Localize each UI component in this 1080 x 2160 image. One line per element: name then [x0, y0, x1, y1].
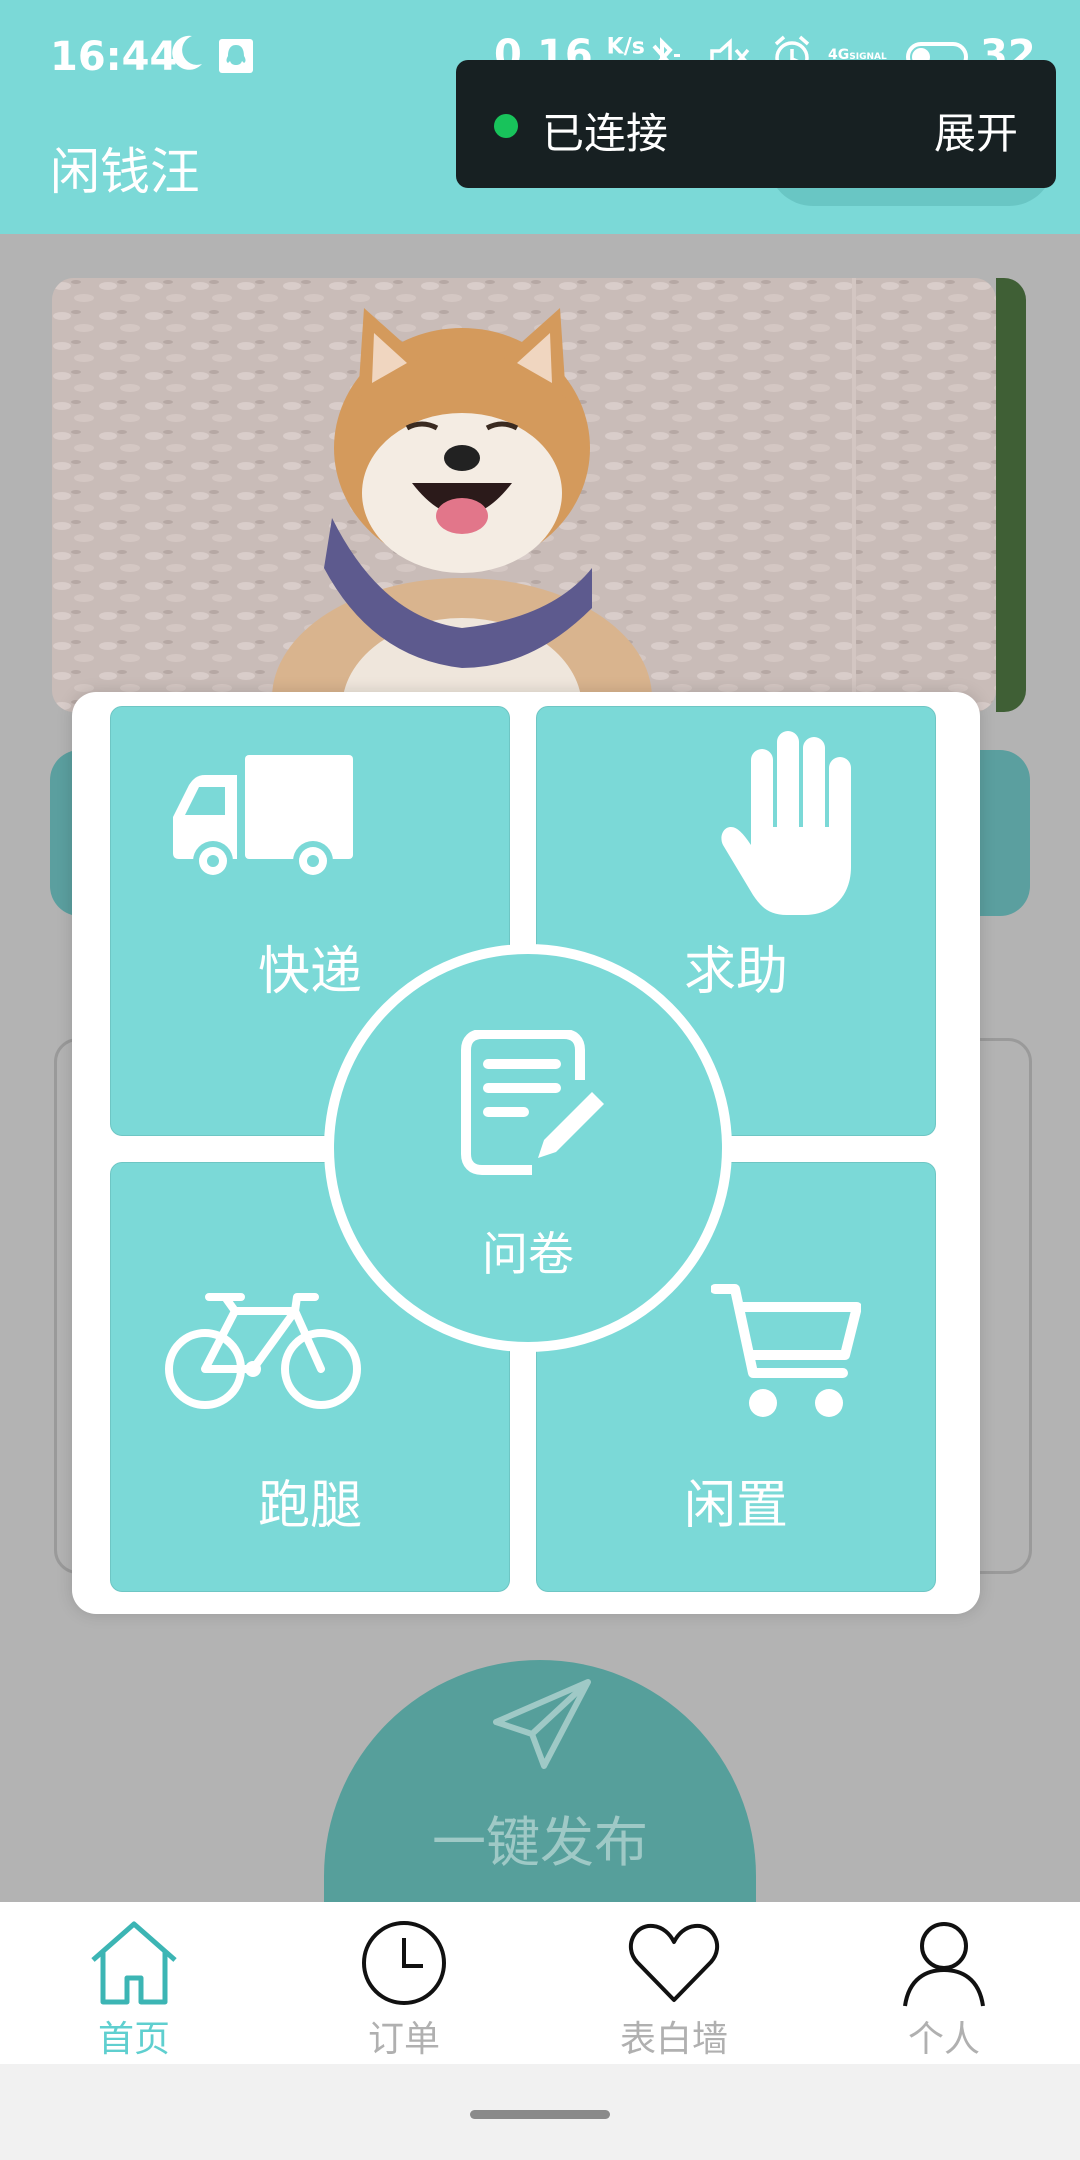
connected-status-dot: [494, 114, 518, 138]
nav-item-home[interactable]: 首页: [54, 1916, 214, 2060]
category-idle-label: 闲置: [683, 1476, 788, 1536]
clock-icon: [362, 1921, 446, 2005]
nav-label-orders: 订单: [367, 2019, 440, 2060]
nav-item-profile[interactable]: 个人: [864, 1916, 1024, 2060]
cart-icon: [711, 1284, 861, 1417]
app-title: 闲钱汪: [50, 143, 200, 201]
category-errand-label: 跑腿: [257, 1476, 362, 1536]
network-speed-unit: K/s: [606, 34, 645, 60]
category-survey-label: 问卷: [482, 1227, 574, 1281]
home-indicator[interactable]: [470, 2110, 610, 2119]
banner-next-preview: [996, 278, 1026, 712]
banner-carousel[interactable]: [52, 278, 996, 712]
nav-label-profile: 个人: [907, 2019, 980, 2060]
toast-status-text: 已连接: [542, 109, 669, 158]
category-picker-modal: 快递 求助 跑腿 闲置 问卷: [72, 692, 980, 1614]
connection-toast: 已连接 展开: [456, 60, 1056, 188]
banner-image: [52, 278, 996, 712]
nav-item-confession-wall[interactable]: 表白墙: [594, 1916, 754, 2060]
nav-label-confession-wall: 表白墙: [619, 2019, 728, 2060]
paper-plane-icon: [493, 1679, 591, 1769]
category-survey-button[interactable]: 问卷: [324, 944, 732, 1352]
bottom-nav: 首页 订单 表白墙 个人: [0, 1902, 1080, 2064]
truck-icon: [173, 755, 353, 881]
background-shape: [980, 750, 1030, 916]
nav-item-orders[interactable]: 订单: [324, 1916, 484, 2060]
toast-expand-button[interactable]: 展开: [934, 100, 1018, 161]
publish-label: 一键发布: [432, 1811, 648, 1874]
survey-icon: [461, 1030, 604, 1175]
moon-icon: [172, 35, 202, 70]
person-icon: [903, 1922, 985, 2007]
bicycle-icon: [165, 1293, 361, 1409]
heart-icon: [628, 1923, 720, 2002]
status-time: 16:44: [50, 34, 178, 80]
home-icon: [91, 1921, 177, 2005]
hand-icon: [721, 731, 851, 915]
nav-label-home: 首页: [97, 2019, 170, 2060]
publish-button[interactable]: 一键发布: [324, 1660, 756, 1904]
notification-icon: [219, 39, 253, 73]
